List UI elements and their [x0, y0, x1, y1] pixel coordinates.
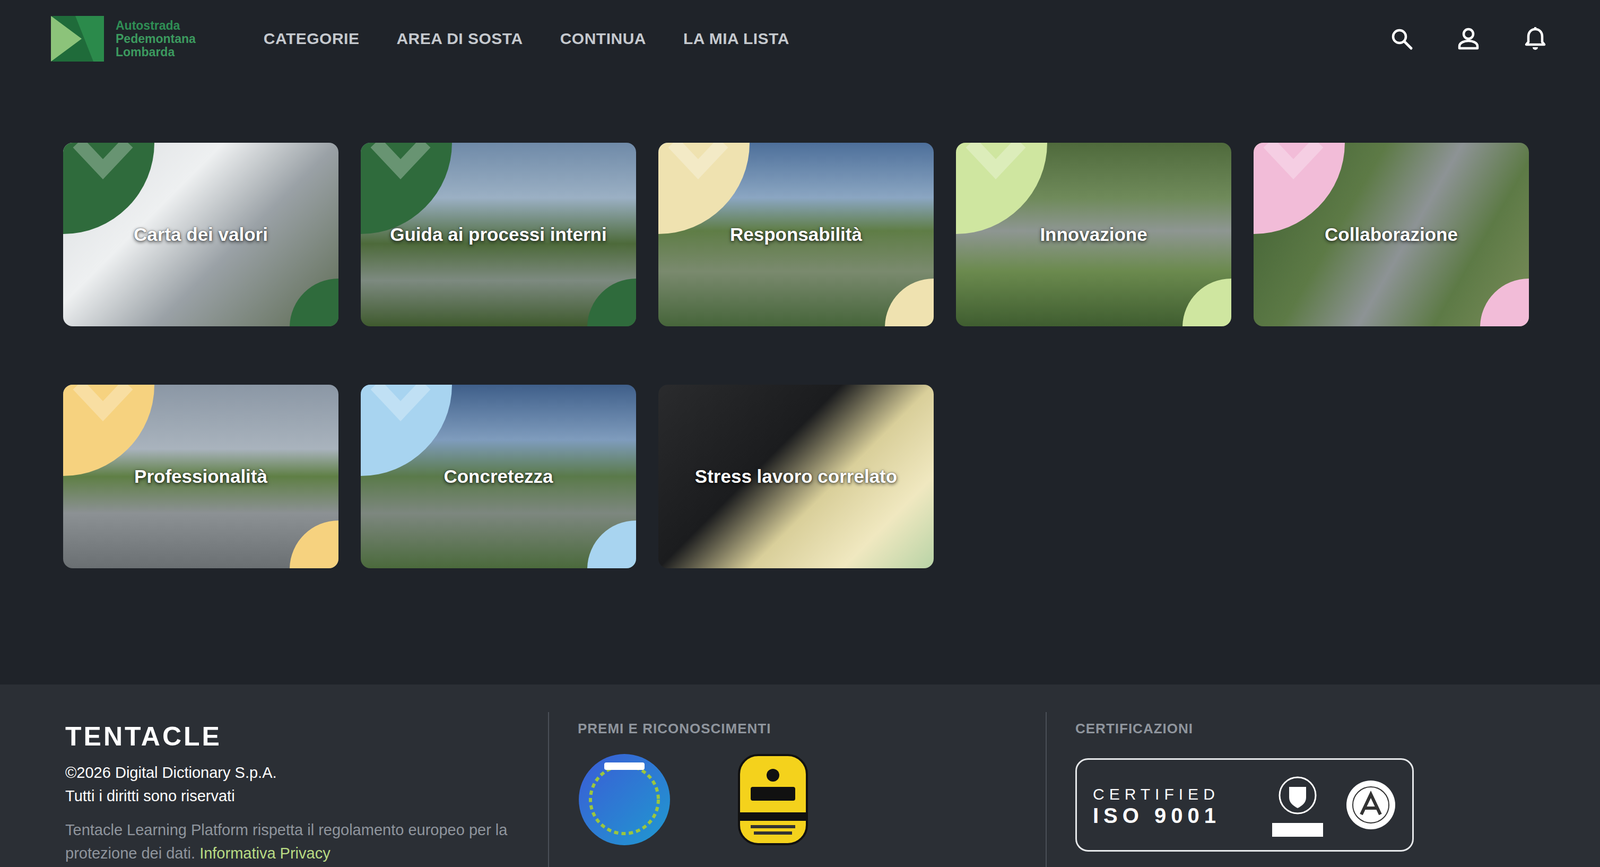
main-nav: CATEGORIE AREA DI SOSTA CONTINUA LA MIA LIS…	[263, 29, 790, 48]
certifications: CERTIFICAZIONI CERTIFIEDISO 9001	[1045, 711, 1600, 867]
logo-icon[interactable]	[50, 15, 104, 62]
category-card[interactable]: Responsabilità	[658, 142, 934, 327]
nav-item[interactable]: LA MIA LISTA	[683, 29, 790, 48]
footer: TENTACLE©2026 Digital Dictionary S.p.A.T…	[0, 684, 1600, 867]
category-title: Guida ai processi interni	[377, 218, 620, 251]
category-title: Stress lavoro correlato	[682, 460, 910, 493]
nav-item[interactable]: CATEGORIE	[263, 29, 360, 48]
category-title: Collaborazione	[1311, 218, 1471, 251]
category-card[interactable]: Concretezza	[360, 384, 637, 569]
privacy-link[interactable]: Informativa Privacy	[199, 844, 331, 862]
certification-line: CERTIFIED	[1092, 783, 1221, 805]
logo-line: Autostrada	[115, 19, 196, 33]
notifications-icon[interactable]	[1522, 25, 1549, 52]
category-card[interactable]: Professionalità	[63, 384, 339, 569]
footer-info: TENTACLE©2026 Digital Dictionary S.p.A.T…	[65, 711, 549, 867]
human-capital-award-icon	[577, 752, 672, 847]
category-title: Concretezza	[430, 460, 566, 493]
category-card[interactable]: Innovazione	[955, 142, 1232, 327]
category-title: Responsabilità	[717, 218, 875, 251]
category-grid: Carta dei valori Guida ai processi intern…	[63, 142, 1600, 569]
rights-text: Tutti i diritti sono riservati	[65, 784, 517, 808]
logo-line: Pedemontana	[115, 32, 196, 46]
category-title: Carta dei valori	[120, 218, 281, 251]
category-card[interactable]: Collaborazione	[1253, 142, 1529, 327]
category-card[interactable]: Stress lavoro correlato	[658, 384, 934, 569]
privacy-note: Tentacle Learning Platform rispetta il r…	[65, 818, 517, 865]
accredia-icon	[1345, 779, 1397, 831]
certification-box: CERTIFIEDISO 9001	[1075, 758, 1414, 852]
header-actions	[1388, 25, 1549, 52]
copyright: ©2026 Digital Dictionary S.p.A.Tutti i d…	[65, 760, 517, 808]
header: AutostradaPedemontanaLombarda CATEGORIE AR…	[0, 0, 1600, 78]
nav-item[interactable]: CONTINUA	[560, 29, 647, 48]
certification-line: ISO 9001	[1092, 804, 1221, 826]
logo-text: AutostradaPedemontanaLombarda	[115, 19, 196, 59]
logo-line: Lombarda	[115, 45, 196, 59]
category-card[interactable]: Carta dei valori	[63, 142, 339, 327]
brand: TENTACLE	[65, 721, 517, 752]
category-area: Carta dei valori Guida ai processi intern…	[0, 77, 1600, 685]
awards: PREMI E RICONOSCIMENTI	[548, 711, 1046, 867]
certification-logos	[1271, 771, 1397, 838]
certification-text: CERTIFIEDISO 9001	[1092, 783, 1221, 826]
copyright-text: ©2026 Digital Dictionary S.p.A.	[65, 760, 517, 785]
award-badges	[577, 752, 1014, 847]
search-icon[interactable]	[1388, 25, 1415, 52]
category-title: Innovazione	[1027, 218, 1160, 251]
category-card[interactable]: Guida ai processi interni	[360, 142, 637, 327]
category-title: Professionalità	[121, 460, 281, 493]
logo[interactable]: AutostradaPedemontanaLombarda	[50, 15, 196, 62]
account-icon[interactable]	[1455, 25, 1482, 52]
certifications-title: CERTIFICAZIONI	[1075, 720, 1569, 737]
bureau-veritas-icon	[1271, 771, 1325, 838]
touchpoint-award-icon	[734, 752, 812, 847]
nav-item[interactable]: AREA DI SOSTA	[396, 29, 523, 48]
awards-title: PREMI E RICONOSCIMENTI	[577, 720, 1014, 737]
